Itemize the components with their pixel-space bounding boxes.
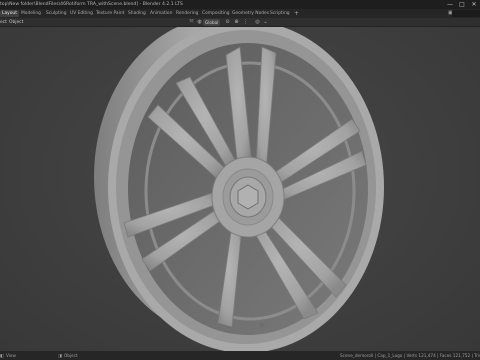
transform-icon[interactable]: ⤧: [188, 19, 195, 26]
transform-orientation-dropdown[interactable]: Global: [203, 19, 221, 26]
status-object: Object: [64, 353, 78, 358]
tab-uv-editing[interactable]: UV Editing: [70, 10, 93, 17]
window-title: top\New folder\BlendFiles\46Rotiform TRA…: [0, 2, 183, 7]
title-bar: top\New folder\BlendFiles\46Rotiform TRA…: [0, 0, 480, 9]
tab-scripting[interactable]: Scripting: [270, 10, 290, 17]
minimize-button[interactable]: —: [444, 0, 456, 9]
status-view: View: [6, 353, 16, 358]
tab-animation[interactable]: Animation: [150, 10, 172, 17]
proportional-edit-icon[interactable]: ◎: [254, 19, 261, 26]
mouse-icon: ◧: [0, 353, 4, 358]
blender-window: top\New folder\BlendFiles\46Rotiform TRA…: [0, 0, 480, 360]
tab-geometry-nodes[interactable]: Geometry Nodes: [232, 10, 269, 17]
3d-viewport[interactable]: [0, 27, 480, 351]
tab-compositing[interactable]: Compositing: [202, 10, 230, 17]
status-select-icon: ◨: [58, 353, 62, 358]
tab-shading[interactable]: Shading: [128, 10, 146, 17]
snap-settings-icon[interactable]: ⋮: [242, 19, 249, 26]
maximize-button[interactable]: □: [456, 0, 468, 9]
tab-modeling[interactable]: Modeling: [21, 10, 41, 17]
scene-statistics: Scene_demoroll | Cap_1_Logo | Verts 121,…: [340, 353, 480, 358]
tab-rendering[interactable]: Rendering: [176, 10, 198, 17]
menu-object[interactable]: Object: [9, 18, 23, 27]
add-workspace-button[interactable]: +: [294, 10, 299, 17]
viewport-header: ect Object ⤧ ◍ Global ⊙ ⊕ ⋮ ◎ ⌄: [0, 18, 480, 27]
workspace-tab-bar: Layout Modeling Sculpting UV Editing Tex…: [0, 9, 480, 18]
status-bar: ◧ View ◨ Object Scene_demoroll | Cap_1_L…: [0, 351, 480, 360]
pivot-icon[interactable]: ⊙: [224, 19, 231, 26]
window-controls: — □ ✕: [444, 0, 480, 9]
tab-texture-paint[interactable]: Texture Paint: [96, 10, 124, 17]
tab-layout[interactable]: Layout: [0, 10, 19, 17]
valve-stem: [259, 322, 265, 328]
globe-icon: ◍: [197, 19, 202, 25]
close-button[interactable]: ✕: [468, 0, 480, 9]
wheel-render: [94, 27, 384, 351]
chevron-down-icon[interactable]: ⌄: [262, 19, 269, 26]
scene-selector[interactable]: [452, 10, 480, 17]
snap-icon[interactable]: ⊕: [233, 19, 240, 26]
tab-sculpting[interactable]: Sculpting: [46, 10, 67, 17]
menu-view[interactable]: ect: [0, 18, 7, 27]
